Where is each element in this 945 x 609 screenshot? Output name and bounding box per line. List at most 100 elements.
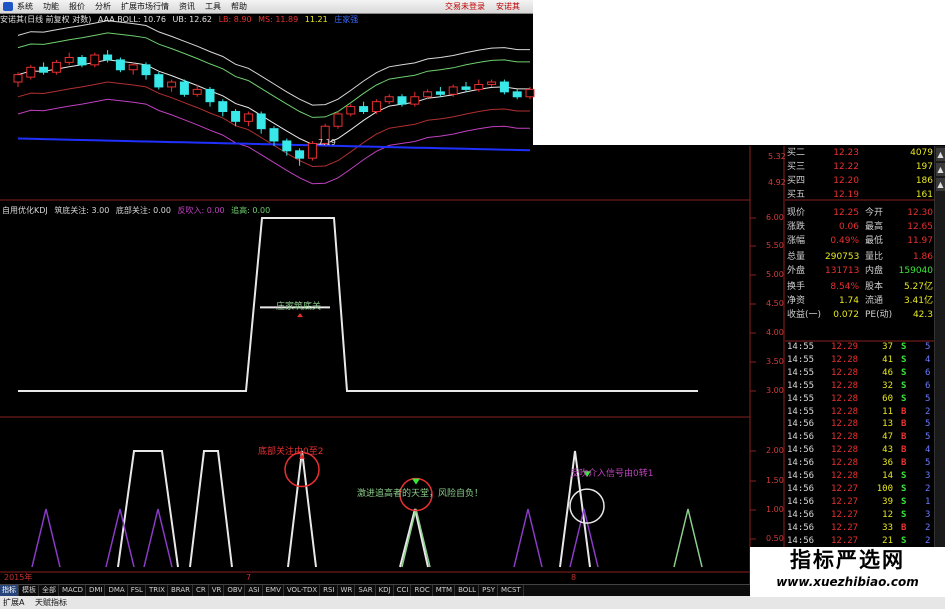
bid-volume: 197: [915, 162, 933, 172]
indicator-tab[interactable]: BRAR: [169, 585, 193, 596]
indicator-tab[interactable]: CCI: [395, 585, 412, 596]
indicator-tab[interactable]: MCST: [499, 585, 524, 596]
tick-volume: 14: [882, 471, 893, 481]
stat-value: 8.54%: [830, 282, 859, 292]
tick-price: 12.28: [831, 432, 859, 443]
tick-time: 14:55: [787, 367, 815, 378]
kdj-header: 自用优化KDJ 筑底关注: 3.00 底部关注: 0.00 反吹入: 0.00 …: [2, 205, 274, 216]
bid-price: 12.19: [833, 190, 859, 200]
tick-count: 3: [925, 509, 931, 520]
tick-side: S: [901, 509, 907, 520]
candle-body: [128, 64, 138, 71]
scroll-tab-2[interactable]: ▲: [936, 163, 945, 176]
bid-price: 12.23: [833, 148, 859, 158]
tick-price: 12.28: [831, 380, 859, 391]
indicator-tab[interactable]: 模板: [20, 585, 39, 596]
stat-label-2: 内盘: [865, 266, 884, 276]
indicator-tabs: 指标 模板 全部 MACD DMI DMA FSL TRIX BRAR CR VR OBV ASI EMV…: [0, 584, 750, 596]
tick-row: 14:56 12.27 39 S 1: [785, 496, 935, 509]
indicator-tab[interactable]: MACD: [60, 585, 86, 596]
candle-body: [13, 74, 23, 83]
candle-body: [359, 106, 369, 112]
indicator-tab[interactable]: EMV: [264, 585, 284, 596]
tick-time: 14:56: [787, 471, 815, 481]
tick-time: 14:56: [787, 522, 815, 533]
tick-row: 14:55 12.28 41 S 4: [785, 354, 935, 367]
kline-low-label: 7.19: [318, 138, 336, 147]
tick-row: 14:56 12.27 21 S 2: [785, 535, 935, 548]
scroll-tab-3[interactable]: ▲: [936, 178, 945, 191]
indicator-tab[interactable]: DMA: [106, 585, 128, 596]
indicator-tab[interactable]: FSL: [129, 585, 146, 596]
indicator-tab[interactable]: CR: [194, 585, 209, 596]
tick-row: 14:55 12.28 32 S 6: [785, 380, 935, 393]
candle-body: [243, 113, 253, 122]
scroll-tab-1[interactable]: ▲: [936, 148, 945, 161]
candle-body: [512, 91, 522, 98]
indicator-tab[interactable]: MTM: [434, 585, 456, 596]
upper-ylabel-2: 5.50: [766, 241, 784, 250]
tick-time: 14:56: [787, 509, 815, 520]
side-scrollbar[interactable]: ▲ ▲ ▲: [934, 146, 945, 596]
indicator-tab[interactable]: BOLL: [456, 585, 480, 596]
indicator-tab[interactable]: WR: [339, 585, 356, 596]
indicator-tab[interactable]: PSY: [480, 585, 499, 596]
indicator-tab[interactable]: RSI: [321, 585, 338, 596]
purple-signal: [513, 508, 543, 568]
candle-body: [525, 88, 535, 98]
annotation-bottom-watch: 底部关注由0至2: [258, 447, 324, 457]
tick-time: 14:55: [787, 393, 815, 404]
indicator-tab[interactable]: TRIX: [147, 585, 168, 596]
stat-value: 290753: [825, 252, 860, 262]
indicator-tab[interactable]: 指标: [0, 585, 19, 596]
tick-price: 12.29: [831, 342, 859, 352]
stat-value-2: 12.30: [907, 208, 933, 218]
tick-row: 14:56 12.28 36 B 5: [785, 457, 935, 470]
indicator-tab[interactable]: ASI: [246, 585, 263, 596]
stat-value-2: 159040: [898, 266, 933, 276]
watermark-title: 指标严选网: [790, 548, 905, 572]
tick-count: 5: [925, 393, 931, 404]
indicator-tab[interactable]: 全部: [40, 585, 59, 596]
indicator-tab[interactable]: OBV: [225, 585, 246, 596]
stat-value: 1.74: [838, 296, 859, 306]
tick-row: 14:56 12.27 100 S 2: [785, 483, 935, 496]
stat-row: 涨跌 0.06 最高 12.65: [785, 220, 933, 234]
stat-label: 收益(一): [787, 310, 822, 320]
stat-label: 总量: [787, 252, 806, 262]
candle-body: [423, 91, 433, 98]
candle-body: [269, 128, 279, 142]
indicator-tab[interactable]: DMI: [87, 585, 106, 596]
candle-body: [397, 96, 407, 105]
tick-count: 5: [925, 432, 931, 443]
candle-body: [64, 56, 74, 63]
candle-body: [499, 81, 509, 93]
tick-side: B: [901, 458, 907, 469]
bid-row: 买三 12.22 197: [785, 160, 933, 174]
stat-row: 总量 290753 量比 1.86: [785, 250, 933, 264]
bid-volume: 186: [915, 176, 933, 186]
indicator-tab[interactable]: VOL-TDX: [285, 585, 321, 596]
bid-row: 买四 12.20 186: [785, 174, 933, 188]
stat-label: 现价: [787, 208, 806, 218]
indicator-tab[interactable]: KDJ: [377, 585, 394, 596]
tick-price: 12.27: [831, 522, 859, 533]
candle-body: [295, 150, 305, 159]
indicator-tab[interactable]: SAR: [356, 585, 376, 596]
candle-body: [103, 54, 113, 61]
tick-volume: 32: [882, 380, 893, 391]
stat-label: 换手: [787, 282, 806, 292]
upper-ylabel-3: 5.00: [766, 270, 784, 279]
tick-count: 1: [925, 496, 931, 507]
kdj-a: 筑底关注: 3.00: [54, 206, 110, 215]
tick-time: 14:56: [787, 458, 815, 469]
tick-time: 14:55: [787, 342, 815, 352]
stat-value: 131713: [825, 266, 860, 276]
signal-line-white: [189, 450, 233, 568]
indicator-tab[interactable]: VR: [210, 585, 225, 596]
indicator-tab[interactable]: ROC: [412, 585, 433, 596]
tick-time: 14:55: [787, 354, 815, 365]
boll-upper-line: [17, 32, 530, 118]
tick-time: 14:56: [787, 445, 815, 456]
tick-volume: 46: [882, 367, 893, 378]
